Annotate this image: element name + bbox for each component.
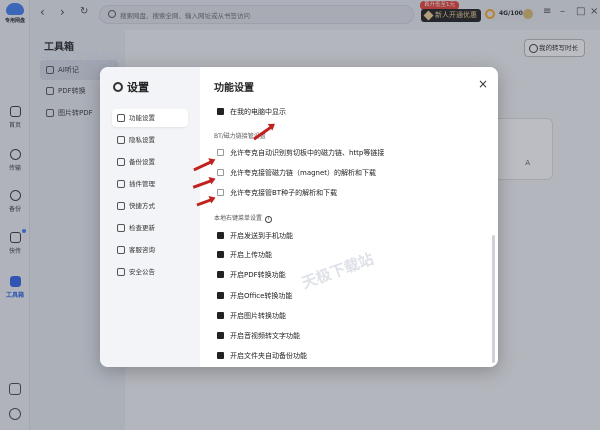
update-icon — [117, 224, 125, 232]
nav-label: 隐私设置 — [129, 136, 155, 144]
checkbox-checked[interactable] — [217, 271, 224, 278]
backup-icon — [117, 158, 125, 166]
nav-customer-service[interactable]: 客服咨询 — [112, 241, 188, 259]
privacy-icon — [117, 136, 125, 144]
settings-title: 设置 — [127, 81, 149, 94]
nav-label: 备份设置 — [129, 158, 155, 166]
scrollbar[interactable] — [492, 235, 495, 363]
checkbox-checked[interactable] — [217, 352, 224, 359]
checkbox-checked[interactable] — [217, 251, 224, 258]
nav-shortcuts[interactable]: 快捷方式 — [112, 197, 188, 215]
menu-section-title: 本地右键菜单设置 i — [214, 213, 273, 223]
function-icon — [117, 114, 125, 122]
option-label: 开启上传功能 — [230, 251, 272, 259]
option-label: 开启PDF转换功能 — [230, 271, 286, 279]
nav-backup-settings[interactable]: 备份设置 — [112, 153, 188, 171]
option-label: 允许夸克接管BT种子的解析和下载 — [230, 189, 338, 197]
nav-check-update[interactable]: 检查更新 — [112, 219, 188, 237]
checkbox-checked[interactable] — [217, 332, 224, 339]
option-label: 开启文件夹自动备份功能 — [230, 352, 307, 360]
settings-dialog: 设置 功能设置 隐私设置 备份设置 插件管理 快捷方式 检查更新 客服咨询 安全… — [100, 67, 498, 367]
checkbox-checked[interactable] — [217, 108, 224, 115]
nav-label: 快捷方式 — [129, 202, 155, 210]
nav-security-notice[interactable]: 安全公告 — [112, 263, 188, 281]
nav-label: 安全公告 — [129, 268, 155, 276]
option-label: 开启Office转换功能 — [230, 292, 293, 300]
option-label: 开启发送到手机功能 — [230, 232, 293, 240]
checkbox-unchecked[interactable] — [217, 189, 224, 196]
close-icon[interactable]: × — [478, 77, 488, 91]
nav-function-settings[interactable]: 功能设置 — [112, 109, 188, 127]
shield-icon — [117, 268, 125, 276]
checkbox-checked[interactable] — [217, 312, 224, 319]
panel-title: 功能设置 — [214, 83, 254, 94]
customer-service-icon — [117, 246, 125, 254]
nav-label: 客服咨询 — [129, 246, 155, 254]
option-label: 开启图片转换功能 — [230, 312, 286, 320]
checkbox-unchecked[interactable] — [217, 169, 224, 176]
nav-label: 检查更新 — [129, 224, 155, 232]
nav-privacy-settings[interactable]: 隐私设置 — [112, 131, 188, 149]
option-label: 开启音视频转文字功能 — [230, 332, 300, 340]
gear-icon — [113, 82, 123, 92]
checkbox-checked[interactable] — [217, 292, 224, 299]
plugin-icon — [117, 180, 125, 188]
watermark: 天极下载站 — [40, 50, 116, 68]
checkbox-unchecked[interactable] — [217, 149, 224, 156]
nav-label: 插件管理 — [129, 180, 155, 188]
shortcut-icon — [117, 202, 125, 210]
checkbox-checked[interactable] — [217, 232, 224, 239]
option-label: 在我的电脑中显示 — [230, 108, 286, 116]
nav-label: 功能设置 — [129, 114, 155, 122]
menu-section-label: 本地右键菜单设置 — [214, 215, 263, 222]
info-icon[interactable]: i — [265, 216, 273, 223]
settings-header: 设置 — [113, 79, 149, 95]
option-label: 允许夸克自动识别剪切板中的磁力链、http等链接 — [230, 149, 385, 157]
nav-plugin-management[interactable]: 插件管理 — [112, 175, 188, 193]
option-label: 允许夸克接管磁力链（magnet）的解析和下载 — [230, 169, 377, 177]
